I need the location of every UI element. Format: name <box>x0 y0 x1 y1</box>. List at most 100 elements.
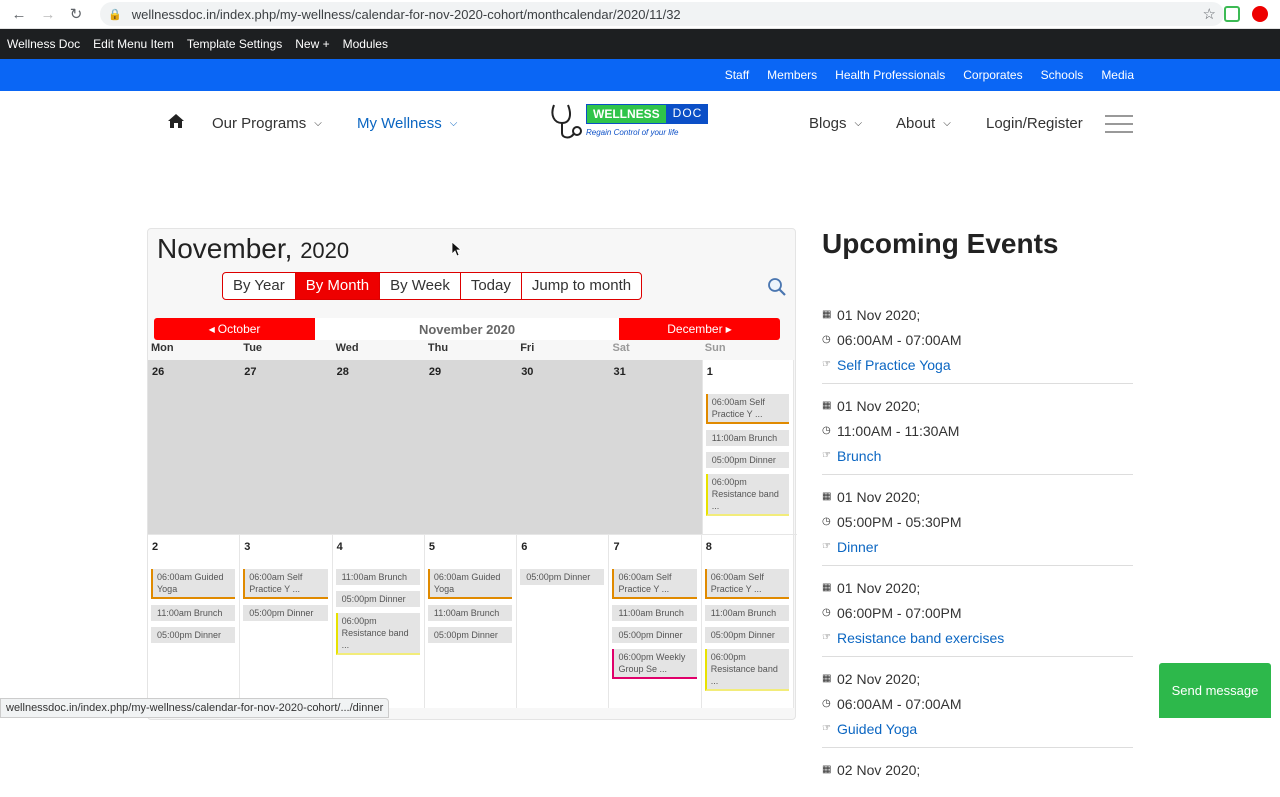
event-time-start: 06:00AM <box>837 695 894 712</box>
day-cell[interactable]: 8 06:00am Self Practice Y ... 11:00am Br… <box>701 535 795 708</box>
prev-month-label: October <box>217 322 261 336</box>
calendar-event[interactable]: 05:00pm Dinner <box>612 627 697 643</box>
event-link[interactable]: Brunch <box>837 448 881 464</box>
calendar-event[interactable]: 05:00pm Dinner <box>151 627 236 643</box>
calendar-event[interactable]: 11:00am Brunch <box>705 430 790 446</box>
calendar-event[interactable]: 06:00am Self Practice Y ... <box>612 569 697 599</box>
dow-mon: Mon <box>151 342 174 354</box>
top-link-health-professionals[interactable]: Health Professionals <box>835 68 945 82</box>
calendar-event[interactable]: 11:00am Brunch <box>704 605 790 621</box>
calendar-icon: ▦ <box>822 582 832 593</box>
clock-icon: ◷ <box>822 425 831 436</box>
by-month-button[interactable]: By Month <box>295 273 381 299</box>
by-year-button[interactable]: By Year <box>223 273 296 299</box>
home-icon[interactable] <box>167 113 185 129</box>
day-events: 06:00am Guided Yoga 11:00am Brunch 05:00… <box>151 569 236 649</box>
reload-icon[interactable]: ↻ <box>67 5 85 23</box>
nav-login-register[interactable]: Login/Register <box>986 115 1083 132</box>
top-link-schools[interactable]: Schools <box>1041 68 1084 82</box>
calendar-event[interactable]: 06:00am Guided Yoga <box>151 569 236 599</box>
by-week-button[interactable]: By Week <box>380 273 461 299</box>
prev-month-button[interactable]: ◀ October <box>154 318 315 340</box>
calendar-event[interactable]: 11:00am Brunch <box>151 605 236 621</box>
nav-our-programs[interactable]: Our Programs ⌵ <box>212 115 322 132</box>
search-icon[interactable] <box>767 277 787 297</box>
calendar-event[interactable]: 06:00pm Resistance band ... <box>705 474 790 516</box>
event-link[interactable]: Dinner <box>837 539 878 555</box>
admin-wellness-doc[interactable]: Wellness Doc <box>7 37 80 51</box>
nav-about[interactable]: About ⌵ <box>896 115 951 132</box>
admin-modules[interactable]: Modules <box>343 37 388 51</box>
next-month-button[interactable]: December ▶ <box>619 318 780 340</box>
day-cell[interactable]: 29 <box>424 360 518 534</box>
nav-blogs[interactable]: Blogs ⌵ <box>809 115 862 132</box>
forward-arrow-icon[interactable]: → <box>39 5 57 23</box>
calendar-event[interactable]: 11:00am Brunch <box>335 569 420 585</box>
nav-my-wellness[interactable]: My Wellness ⌵ <box>357 115 457 132</box>
day-cell[interactable]: 5 06:00am Guided Yoga 11:00am Brunch 05:… <box>424 535 518 708</box>
day-cell[interactable]: 7 06:00am Self Practice Y ... 11:00am Br… <box>609 535 702 708</box>
admin-template-settings[interactable]: Template Settings <box>187 37 282 51</box>
extension-red-icon[interactable] <box>1252 6 1268 22</box>
calendar-event[interactable]: 05:00pm Dinner <box>335 591 420 607</box>
pointing-hand-icon: ☞ <box>822 632 831 643</box>
day-cell[interactable]: 3 06:00am Self Practice Y ... 05:00pm Di… <box>240 535 333 708</box>
calendar-event[interactable]: 06:00am Self Practice Y ... <box>704 569 790 599</box>
day-cell[interactable]: 1 06:00am Self Practice Y ... 11:00am Br… <box>701 360 795 534</box>
day-cell[interactable]: 6 05:00pm Dinner <box>517 535 610 708</box>
calendar-event[interactable]: 06:00am Guided Yoga <box>427 569 513 599</box>
day-cell[interactable]: 28 <box>332 360 425 534</box>
event-time-end: 07:00AM <box>905 331 962 348</box>
calendar-event[interactable]: 06:00am Self Practice Y ... <box>243 569 328 599</box>
day-cell[interactable]: 4 11:00am Brunch 05:00pm Dinner 06:00pm … <box>332 535 425 708</box>
logo-word-doc: DOC <box>666 104 709 124</box>
top-link-staff[interactable]: Staff <box>725 68 749 82</box>
calendar-event[interactable]: 05:00pm Dinner <box>520 569 605 585</box>
day-cell[interactable]: 27 <box>240 360 333 534</box>
upcoming-event-item: ▦ 02 Nov 2020; ◷ 06:00AM - 07:00AM ☞ Guided… <box>822 666 1133 748</box>
nav-blogs-label: Blogs <box>809 115 847 132</box>
day-cell[interactable]: 30 <box>517 360 610 534</box>
calendar-event[interactable]: 05:00pm Dinner <box>705 452 790 468</box>
admin-edit-menu-item[interactable]: Edit Menu Item <box>93 37 174 51</box>
site-logo[interactable]: WELLNESS DOC Regain Control of your life <box>550 103 720 141</box>
event-link[interactable]: Resistance band exercises <box>837 630 1004 646</box>
jump-to-month-button[interactable]: Jump to month <box>522 273 641 299</box>
calendar-event[interactable]: 06:00pm Weekly Group Se ... <box>612 649 697 679</box>
send-message-button[interactable]: Send message <box>1159 663 1271 718</box>
hamburger-menu-icon[interactable] <box>1105 115 1133 133</box>
calendar-event[interactable]: 06:00pm Resistance band ... <box>335 613 420 655</box>
day-cell[interactable]: 26 <box>148 360 241 534</box>
address-bar[interactable]: 🔒 wellnessdoc.in/index.php/my-wellness/c… <box>100 2 1224 26</box>
event-date: 01 Nov 2020 <box>837 488 917 505</box>
status-bar-url: wellnessdoc.in/index.php/my-wellness/cal… <box>0 698 390 718</box>
top-link-media[interactable]: Media <box>1101 68 1134 82</box>
top-link-members[interactable]: Members <box>767 68 817 82</box>
upcoming-event-item: ▦ 01 Nov 2020; ◷ 06:00AM - 07:00AM ☞ Self P… <box>822 302 1133 384</box>
admin-new[interactable]: New + <box>295 37 329 51</box>
event-link[interactable]: Guided Yoga <box>837 721 917 737</box>
nav-our-programs-label: Our Programs <box>212 115 307 132</box>
calendar-event[interactable]: 06:00am Self Practice Y ... <box>705 394 790 424</box>
extension-icon[interactable] <box>1224 6 1240 22</box>
month-navigator: ◀ October November 2020 December ▶ <box>154 318 780 340</box>
calendar-event[interactable]: 11:00am Brunch <box>612 605 697 621</box>
bookmark-star-icon[interactable]: ☆ <box>1203 5 1216 23</box>
top-link-corporates[interactable]: Corporates <box>963 68 1022 82</box>
admin-bar: Wellness Doc Edit Menu Item Template Set… <box>0 29 1280 59</box>
day-cell[interactable]: 2 06:00am Guided Yoga 11:00am Brunch 05:… <box>148 535 241 708</box>
back-arrow-icon[interactable]: ← <box>10 5 28 23</box>
day-number: 27 <box>244 366 257 378</box>
today-button[interactable]: Today <box>461 273 522 299</box>
day-cell[interactable]: 31 <box>609 360 702 534</box>
calendar-event[interactable]: 05:00pm Dinner <box>243 605 328 621</box>
lock-icon: 🔒 <box>108 8 122 21</box>
calendar-event[interactable]: 11:00am Brunch <box>427 605 513 621</box>
event-link[interactable]: Self Practice Yoga <box>837 357 951 373</box>
day-number: 1 <box>706 366 713 378</box>
address-text: wellnessdoc.in/index.php/my-wellness/cal… <box>131 6 681 22</box>
calendar-event[interactable]: 05:00pm Dinner <box>427 627 513 643</box>
calendar-event[interactable]: 06:00pm Resistance band ... <box>704 649 790 691</box>
day-events: 11:00am Brunch 05:00pm Dinner 06:00pm Re… <box>335 569 420 661</box>
calendar-event[interactable]: 05:00pm Dinner <box>704 627 790 643</box>
